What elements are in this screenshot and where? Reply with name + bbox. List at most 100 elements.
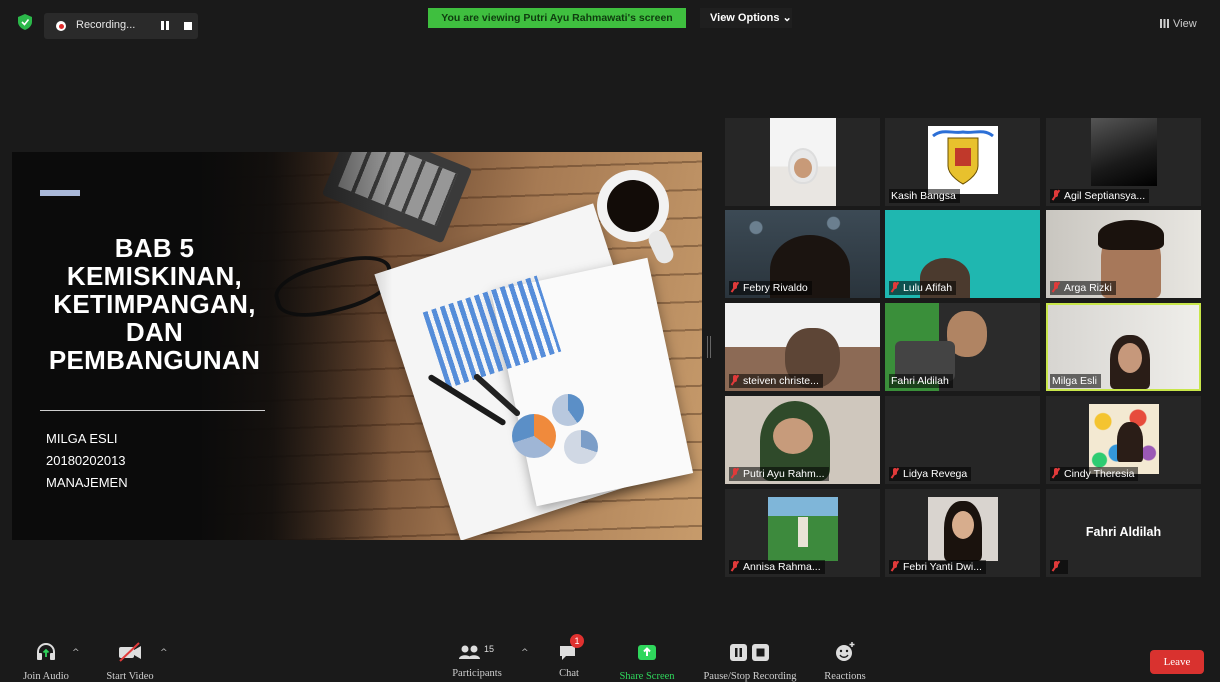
mic-muted-icon [1052,468,1060,478]
view-layout-button[interactable]: View [1160,18,1197,30]
participant-name: Agil Septiansya... [1050,189,1150,203]
participants-options-chevron-icon[interactable]: ^ [521,648,529,658]
participant-tile[interactable]: Lidya Revega [885,396,1040,484]
participant-name: Annisa Rahma... [729,560,825,574]
mic-muted-icon [1052,282,1060,292]
video-off-icon [119,642,141,662]
pause-stop-recording-label: Pause/Stop Recording [703,671,797,682]
participant-tile[interactable]: Cindy Theresia [1046,396,1201,484]
title-line: PEMBANGUNAN [48,345,261,375]
viewing-screen-banner: You are viewing Putri Ayu Rahmawati's sc… [428,8,686,28]
slide-divider [40,410,265,411]
participant-name: Kasih Bangsa [889,189,960,203]
view-options-button[interactable]: View Options ⌄ [700,8,792,28]
pause-stop-recording-button[interactable]: Pause/Stop Recording [696,640,804,682]
share-screen-button[interactable]: Share Screen [614,640,680,682]
video-options-chevron-icon[interactable]: ^ [160,648,168,658]
start-video-label: Start Video [106,671,154,682]
security-shield-icon[interactable] [18,14,32,30]
headphones-icon [37,643,55,660]
join-audio-label: Join Audio [23,671,69,682]
title-line: DAN [125,317,184,347]
chat-unread-badge: 1 [570,634,584,648]
participant-name: Lidya Revega [889,467,972,481]
participant-tile[interactable]: Febri Yanti Dwi... [885,489,1040,577]
participant-name: Arga Rizki [1050,281,1116,295]
mic-muted-icon [731,561,739,571]
participant-name [1050,560,1068,574]
reactions-label: Reactions [824,671,866,682]
participant-avatar [1089,404,1159,474]
participant-tile[interactable]: Arga Rizki [1046,210,1201,298]
slide-title: BAB 5 KEMISKINAN, KETIMPANGAN, DAN PEMBA… [12,234,297,374]
participant-name: Fahri Aldilah [889,374,953,388]
meeting-top-bar: Recording... You are viewing Putri Ayu R… [0,0,1220,44]
pause-recording-icon[interactable] [160,21,170,31]
participant-name: Cindy Theresia [1050,467,1139,481]
participant-tile[interactable]: Kasih Bangsa [885,118,1040,206]
participants-button[interactable]: 15 Participants [446,640,508,679]
mic-muted-icon [731,282,739,292]
participants-icon [459,645,480,659]
participant-tile[interactable]: Lulu Afifah [885,210,1040,298]
mic-muted-icon [731,375,739,385]
participant-tile[interactable]: Febry Rivaldo [725,210,880,298]
recording-dot-icon [56,21,66,31]
participant-name: Putri Ayu Rahm... [729,467,829,481]
student-id: 20180202013 [46,453,126,468]
slide-author-info: MILGA ESLI 20180202013 MANAJEMEN [46,428,128,494]
department: MANAJEMEN [46,475,128,490]
participant-tile[interactable]: Fahri Aldilah [1046,489,1201,577]
participant-video [770,118,836,206]
leave-meeting-button[interactable]: Leave [1150,650,1204,674]
chat-label: Chat [559,668,579,679]
participant-tile[interactable]: Fahri Aldilah [885,303,1040,391]
pie-chart-graphic [552,394,584,426]
pie-chart-graphic [564,430,598,464]
mic-muted-icon [891,561,899,571]
participant-avatar [768,497,838,561]
title-line: BAB 5 [114,233,195,263]
mic-muted-icon [731,468,739,478]
participant-avatar [928,497,998,561]
pie-chart-graphic [512,414,556,458]
reactions-button[interactable]: Reactions [818,640,872,682]
stop-recording-icon[interactable] [184,22,192,30]
participant-tile[interactable] [725,118,880,206]
participant-name: Febri Yanti Dwi... [889,560,986,574]
recording-label: Recording... [76,19,136,31]
participant-tile-active-speaker[interactable]: Milga Esli [1046,303,1201,391]
join-audio-button[interactable]: Join Audio [20,640,72,682]
participant-video [1091,118,1157,186]
participant-name: Lulu Afifah [889,281,957,295]
mic-muted-icon [891,468,899,478]
slide-accent-bar [40,190,80,196]
participant-tile[interactable]: Agil Septiansya... [1046,118,1201,206]
participant-name: Milga Esli [1050,374,1101,388]
participant-tile[interactable]: Annisa Rahma... [725,489,880,577]
chat-button[interactable]: 1 Chat [552,634,586,679]
participant-tile[interactable]: steiven christe... [725,303,880,391]
recording-indicator: Recording... [44,13,198,39]
meeting-toolbar: Join Audio ^ Start Video ^ 15 Participan… [0,634,1220,682]
shared-screen-slide: BAB 5 KEMISKINAN, KETIMPANGAN, DAN PEMBA… [12,152,702,540]
splitter-handle[interactable] [707,336,711,358]
view-label: View [1173,18,1197,30]
participant-name: steiven christe... [729,374,823,388]
title-line: KEMISKINAN, [66,261,243,291]
mic-muted-icon [1052,190,1060,200]
participants-label: Participants [452,668,502,679]
share-screen-label: Share Screen [619,671,675,682]
share-screen-icon [638,645,656,660]
participant-display-name: Fahri Aldilah [1085,525,1162,539]
grid-view-icon [1160,19,1169,28]
school-crest-avatar [928,126,998,194]
mic-muted-icon [1052,561,1060,571]
author-name: MILGA ESLI [46,431,118,446]
title-line: KETIMPANGAN, [53,289,256,319]
participant-name: Febry Rivaldo [729,281,812,295]
participants-count: 15 [484,644,495,654]
participant-tile[interactable]: Putri Ayu Rahm... [725,396,880,484]
audio-options-chevron-icon[interactable]: ^ [72,648,80,658]
start-video-button[interactable]: Start Video [100,640,160,682]
